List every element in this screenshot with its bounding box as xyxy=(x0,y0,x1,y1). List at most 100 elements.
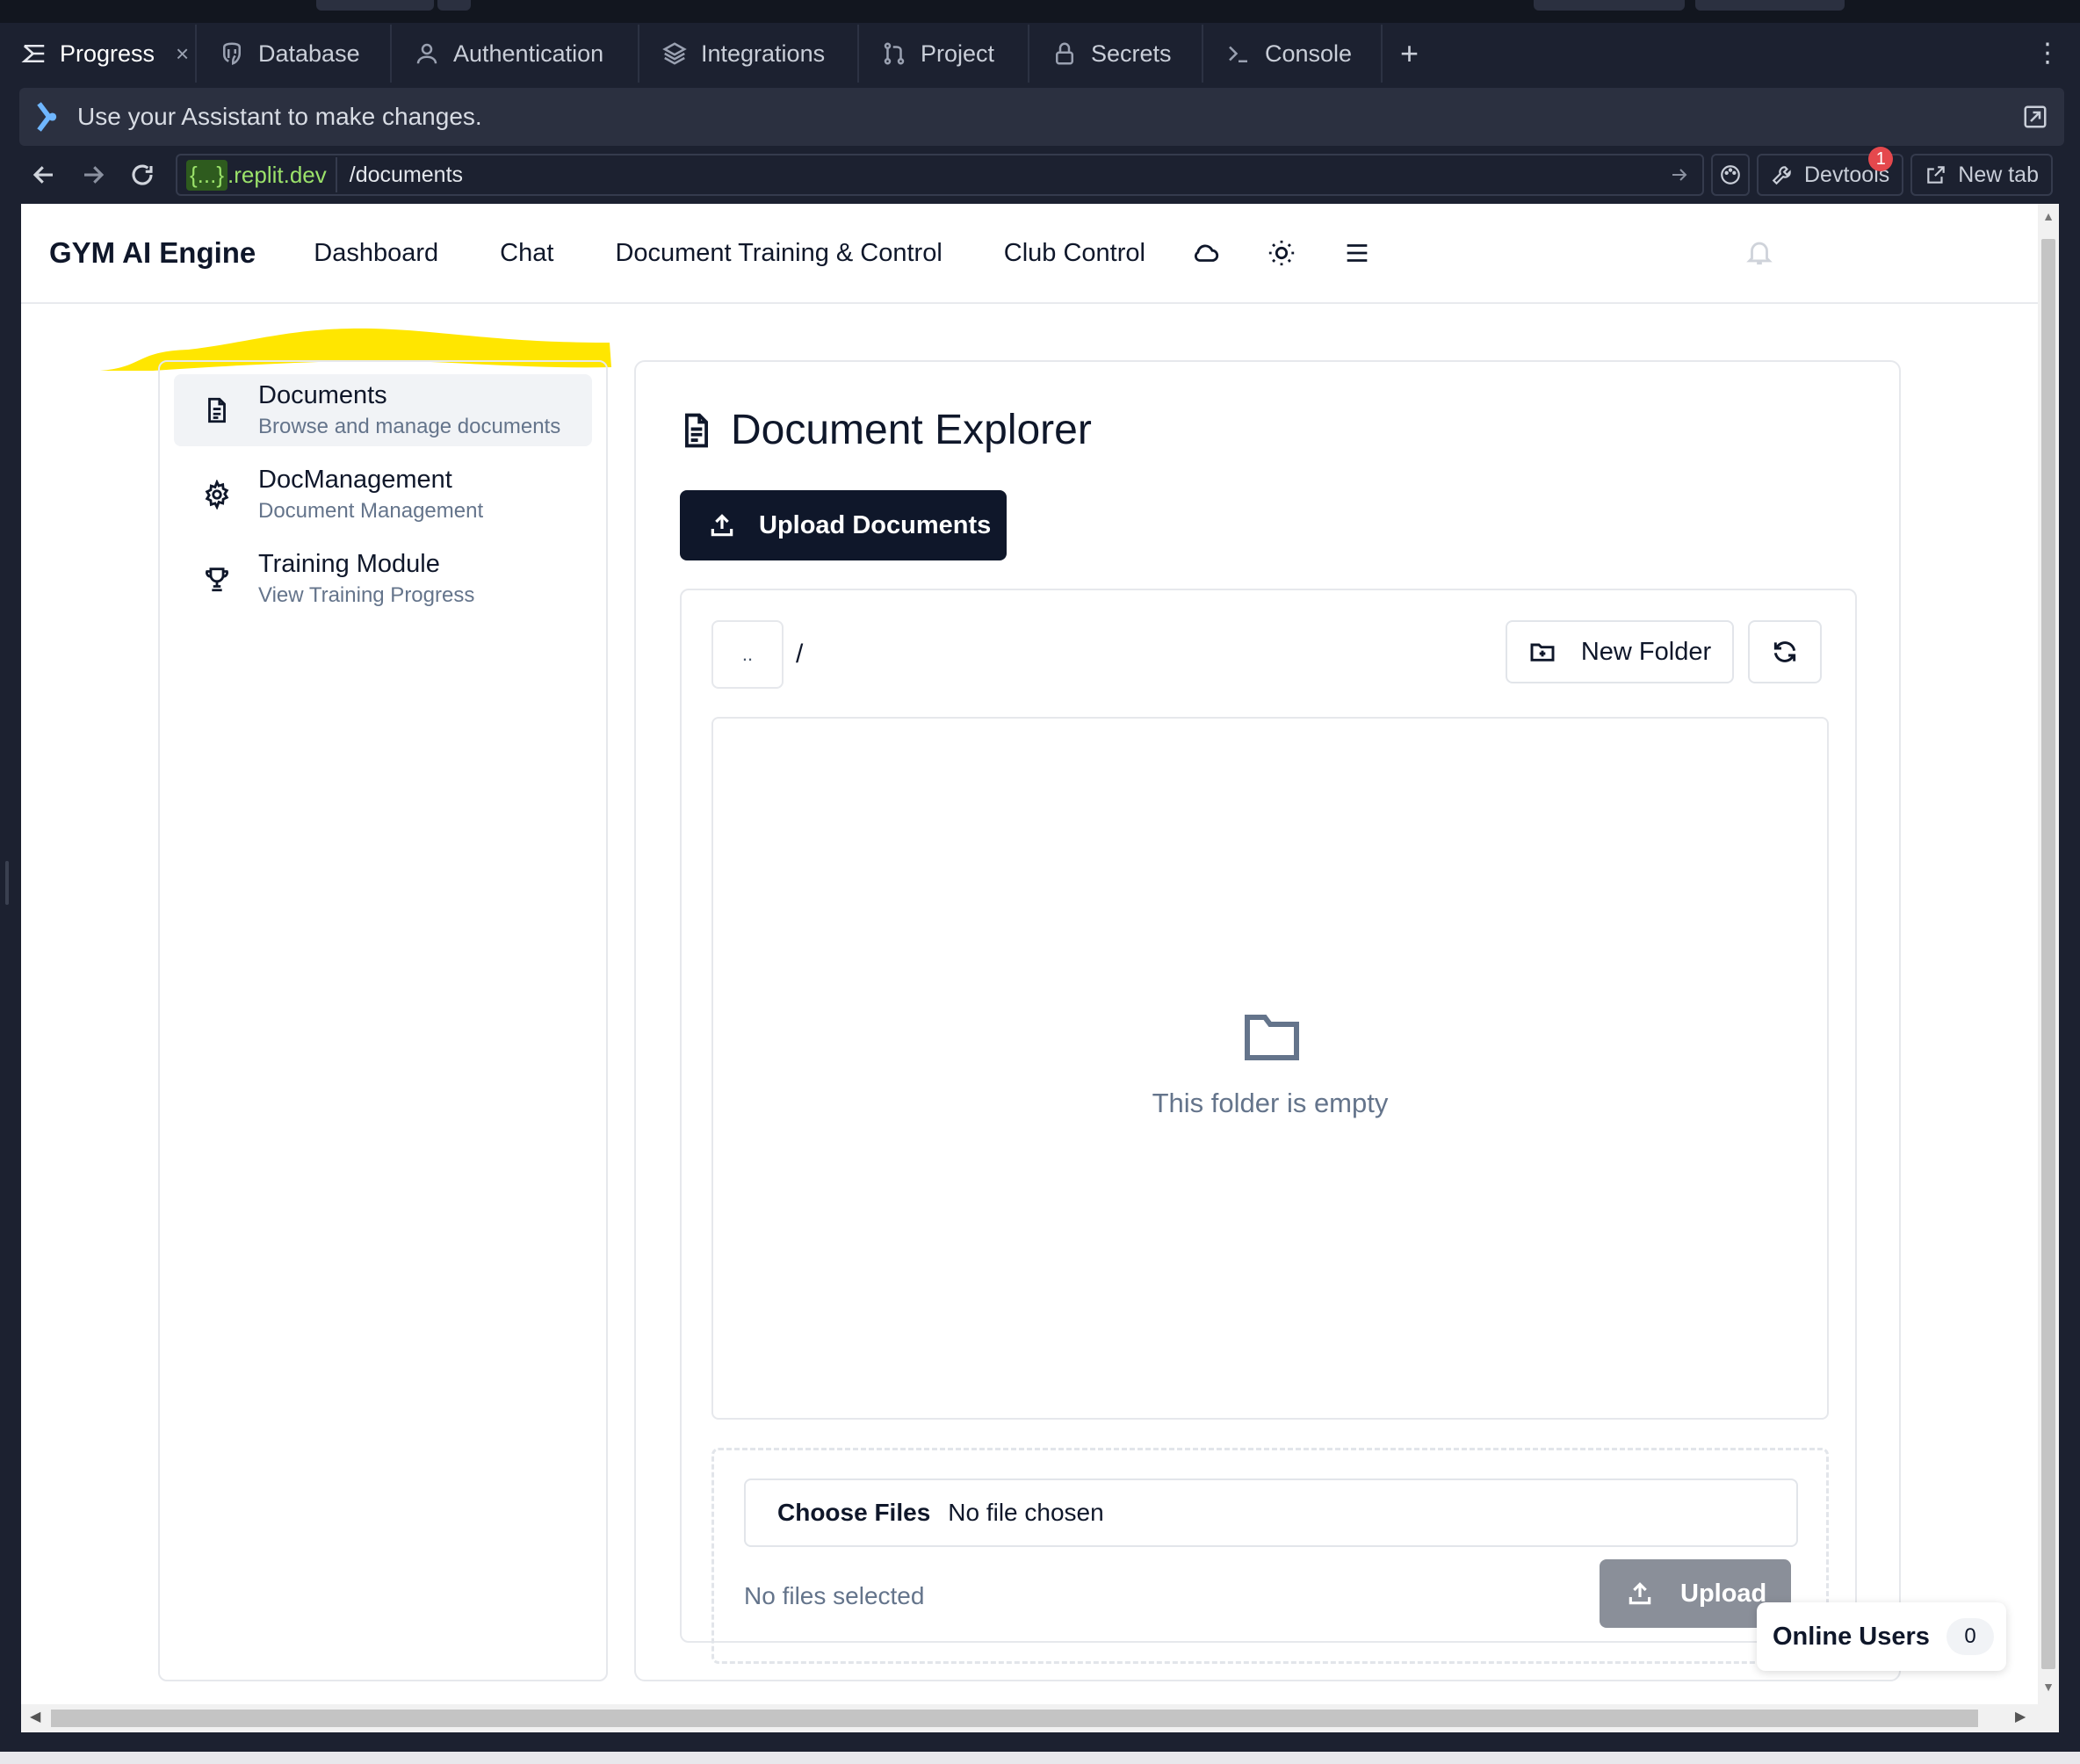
horizontal-scrollbar[interactable]: ◀ ▶ xyxy=(21,1704,2059,1732)
window-top-strip xyxy=(0,0,2080,23)
file-input[interactable]: Choose Files No file chosen xyxy=(744,1478,1798,1547)
sidebar-item-documents[interactable]: Documents Browse and manage documents xyxy=(174,374,592,446)
top-control-nub xyxy=(1695,0,1845,11)
tab-label: Secrets xyxy=(1091,40,1172,67)
terminal-icon xyxy=(1224,40,1253,68)
document-icon xyxy=(202,395,232,425)
sidebar-item-docmanagement[interactable]: DocManagement Document Management xyxy=(174,459,592,531)
sidebar-item-title: DocManagement xyxy=(258,466,452,494)
sidebar-item-subtitle: Browse and manage documents xyxy=(258,415,561,438)
nav-club-control[interactable]: Club Control xyxy=(1004,239,1145,268)
reload-icon xyxy=(132,164,153,185)
nav-chat[interactable]: Chat xyxy=(500,239,553,268)
folder-plus-icon xyxy=(1530,643,1555,662)
webview-url-bar: {...} .replit.dev /documents Devtools 1 N… xyxy=(19,147,2064,202)
new-tab-button[interactable]: New tab xyxy=(1910,154,2053,196)
pane-resize-handle[interactable] xyxy=(5,861,9,905)
reload-button[interactable] xyxy=(118,150,167,199)
no-files-selected-text: No files selected xyxy=(744,1582,925,1609)
upload-dropzone[interactable]: Choose Files No file chosen No files sel… xyxy=(711,1448,1829,1664)
top-tab-nub xyxy=(437,0,471,11)
progress-icon xyxy=(21,40,47,68)
new-tab-label: New tab xyxy=(1958,162,2039,187)
tab-label: Database xyxy=(258,40,360,67)
parent-directory-button[interactable]: .. xyxy=(711,620,784,689)
tab-database[interactable]: Database xyxy=(197,25,392,83)
menu-icon[interactable] xyxy=(1342,238,1372,268)
file-explorer: .. / New Folder This folder is empty Cho… xyxy=(680,589,1857,1664)
top-control-nub xyxy=(1534,0,1685,11)
nav-document-training[interactable]: Document Training & Control xyxy=(615,239,942,268)
url-host-id: {...} xyxy=(186,159,228,191)
scroll-right-icon[interactable]: ▶ xyxy=(2015,1708,2026,1725)
upload-label: Upload xyxy=(1680,1579,1767,1608)
tab-secrets[interactable]: Secrets xyxy=(1029,25,1203,83)
page-title: Document Explorer xyxy=(731,407,1092,453)
app-brand[interactable]: GYM AI Engine xyxy=(49,236,256,270)
database-icon xyxy=(218,40,246,68)
url-path[interactable]: /documents xyxy=(350,163,463,188)
nav-dashboard[interactable]: Dashboard xyxy=(314,239,438,268)
refresh-icon xyxy=(1773,641,1796,662)
sidebar: Documents Browse and manage documents Do… xyxy=(158,360,608,1681)
file-input-status: No file chosen xyxy=(948,1499,1104,1526)
document-icon xyxy=(685,413,708,447)
vertical-scroll-thumb[interactable] xyxy=(2041,239,2055,1669)
new-folder-label: New Folder xyxy=(1580,637,1712,666)
back-button[interactable] xyxy=(19,150,69,199)
horizontal-scroll-thumb[interactable] xyxy=(51,1710,1978,1727)
choose-files-button[interactable]: Choose Files xyxy=(777,1499,930,1527)
online-users-count: 0 xyxy=(1946,1618,1994,1655)
close-icon[interactable]: × xyxy=(176,40,189,68)
url-host-domain: .replit.dev xyxy=(228,161,327,188)
scroll-left-icon[interactable]: ◀ xyxy=(30,1708,40,1725)
sidebar-item-title: Training Module xyxy=(258,550,440,578)
gear-icon xyxy=(202,479,232,510)
scroll-down-icon[interactable]: ▼ xyxy=(2041,1680,2055,1694)
url-host: {...} .replit.dev xyxy=(181,157,337,192)
document-explorer-panel: Document Explorer Upload Documents .. / … xyxy=(634,360,1901,1681)
online-users-widget[interactable]: Online Users 0 xyxy=(1757,1602,2006,1671)
expand-icon[interactable] xyxy=(2022,104,2048,130)
sidebar-item-subtitle: View Training Progress xyxy=(258,583,475,607)
file-list-area: This folder is empty xyxy=(711,717,1829,1420)
tab-progress[interactable]: Progress × xyxy=(0,25,197,83)
arrow-left-icon xyxy=(32,166,53,184)
folder-icon xyxy=(1244,1012,1300,1061)
online-users-label: Online Users xyxy=(1773,1622,1930,1651)
more-options-icon[interactable]: ⋮ xyxy=(2034,40,2061,67)
vertical-scrollbar[interactable]: ▲ ▼ xyxy=(2038,204,2059,1704)
palette-icon xyxy=(1721,165,1740,184)
new-folder-button[interactable]: New Folder xyxy=(1506,620,1734,683)
sidebar-item-title: Documents xyxy=(258,381,387,409)
go-arrow-icon[interactable] xyxy=(1669,164,1690,185)
assistant-icon xyxy=(37,102,57,132)
add-tab-button[interactable]: + xyxy=(1383,25,1436,83)
upload-icon xyxy=(1629,1582,1651,1605)
upload-documents-label: Upload Documents xyxy=(759,510,992,539)
tab-console[interactable]: Console xyxy=(1203,25,1383,83)
sun-icon[interactable] xyxy=(1267,238,1296,268)
theme-palette-button[interactable] xyxy=(1711,154,1750,196)
tab-label: Progress xyxy=(60,40,155,67)
sidebar-item-subtitle: Document Management xyxy=(258,499,484,523)
cloud-icon[interactable] xyxy=(1191,238,1221,268)
app-navbar: GYM AI Engine Dashboard Chat Document Tr… xyxy=(21,204,2038,304)
scroll-up-icon[interactable]: ▲ xyxy=(2041,209,2055,223)
tab-label: Console xyxy=(1265,40,1353,67)
wrench-icon xyxy=(1772,166,1791,185)
upload-documents-button[interactable]: Upload Documents xyxy=(680,490,1007,560)
assistant-prompt-text: Use your Assistant to make changes. xyxy=(77,103,482,130)
tab-integrations[interactable]: Integrations xyxy=(639,25,859,83)
sidebar-item-training-module[interactable]: Training Module View Training Progress xyxy=(174,543,592,615)
refresh-button[interactable] xyxy=(1748,620,1822,683)
assistant-prompt-bar[interactable]: Use your Assistant to make changes. xyxy=(19,88,2064,146)
forward-button[interactable] xyxy=(69,150,118,199)
tab-project[interactable]: Project xyxy=(859,25,1029,83)
tab-label: Project xyxy=(921,40,995,67)
tab-authentication[interactable]: Authentication xyxy=(392,25,639,83)
bell-icon[interactable] xyxy=(1744,237,1774,267)
devtools-button[interactable]: Devtools 1 xyxy=(1757,147,1904,196)
address-field[interactable]: {...} .replit.dev /documents xyxy=(176,154,1704,196)
ide-tab-bar: Progress × Database Authentication Integ… xyxy=(0,25,2080,83)
